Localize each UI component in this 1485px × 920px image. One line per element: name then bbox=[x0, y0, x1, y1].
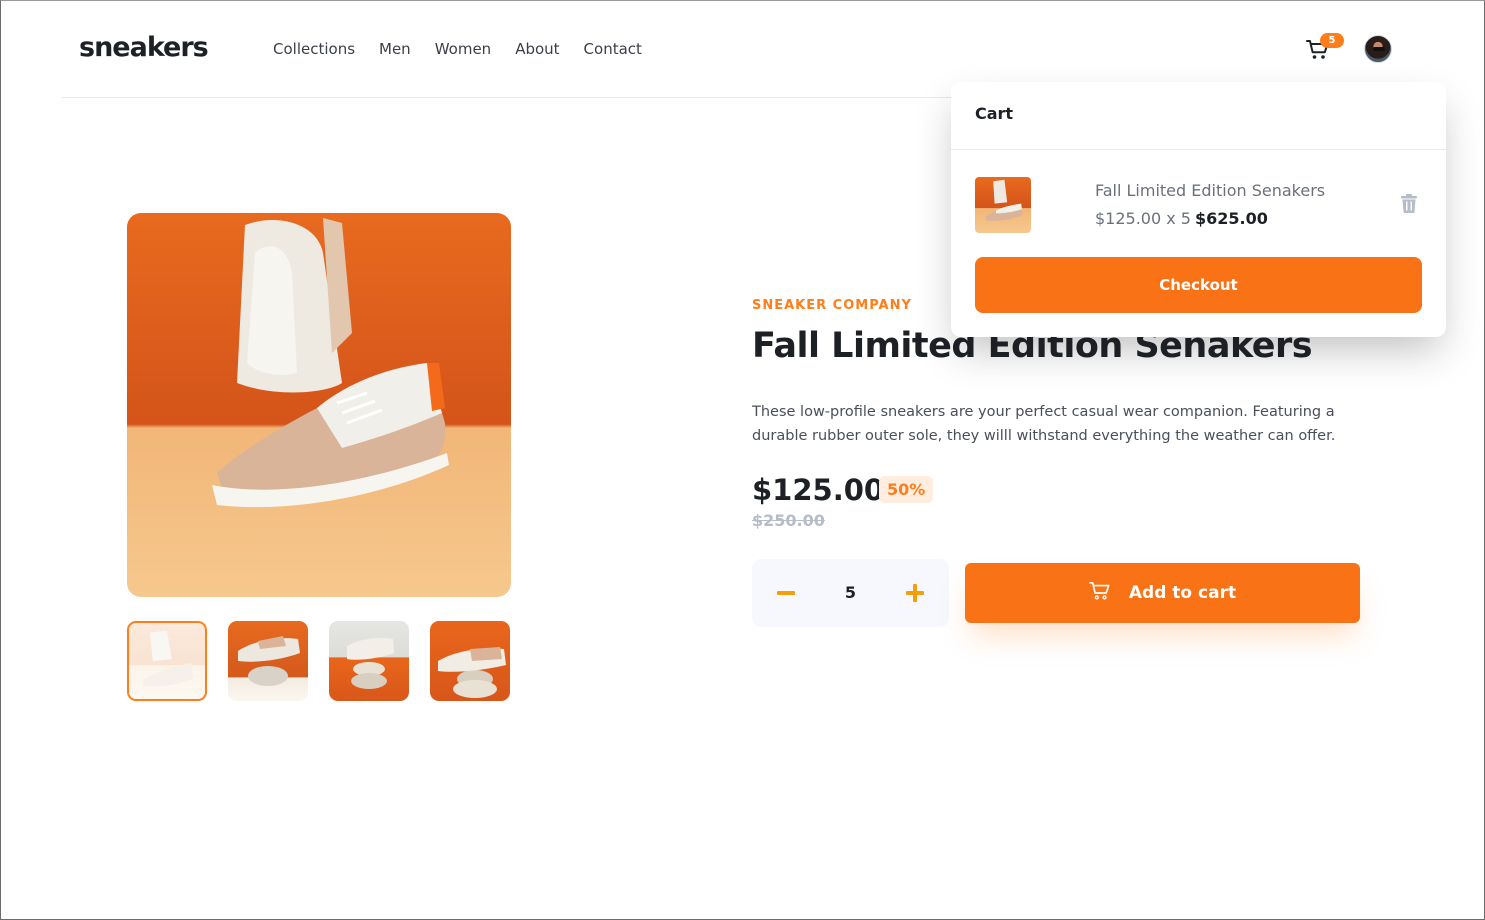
quantity-value[interactable]: 5 bbox=[812, 559, 889, 627]
main-nav: Collections Men Women About Contact bbox=[273, 40, 642, 58]
cart-item-thumbnail bbox=[975, 177, 1031, 233]
nav-contact[interactable]: Contact bbox=[584, 40, 642, 58]
cart-title: Cart bbox=[975, 104, 1014, 123]
main-product-image[interactable] bbox=[127, 213, 511, 597]
minus-icon[interactable] bbox=[756, 559, 816, 627]
thumbnail-strip bbox=[127, 621, 510, 701]
checkout-button[interactable]: Checkout bbox=[975, 257, 1422, 313]
cart-item-total: $625.00 bbox=[1194, 209, 1268, 228]
add-to-cart-label: Add to cart bbox=[1128, 583, 1237, 603]
brand-logo[interactable]: sneakers bbox=[79, 32, 209, 63]
product-description: These low-profile sneakers are your perf… bbox=[752, 404, 1336, 444]
quantity-stepper: 5 bbox=[752, 559, 949, 627]
nav-men[interactable]: Men bbox=[379, 40, 411, 58]
avatar-glasses-icon bbox=[1373, 47, 1385, 51]
user-avatar[interactable] bbox=[1364, 35, 1392, 63]
current-price: $125.00 bbox=[752, 473, 885, 507]
thumbnail-3[interactable] bbox=[329, 621, 409, 701]
nav-collections[interactable]: Collections bbox=[273, 40, 355, 58]
delete-icon[interactable] bbox=[1401, 194, 1419, 214]
thumbnail-1[interactable] bbox=[127, 621, 207, 701]
plus-icon[interactable] bbox=[885, 559, 945, 627]
thumbnail-2[interactable] bbox=[228, 621, 308, 701]
cart-item-price-line: $125.00 x 5 $625.00 bbox=[1095, 209, 1268, 228]
cart-item-price-qty: $125.00 x 5 bbox=[1095, 209, 1191, 228]
thumbnail-4[interactable] bbox=[430, 621, 510, 701]
company-name: SNEAKER COMPANY bbox=[752, 298, 912, 313]
discount-badge: 50% bbox=[879, 476, 934, 503]
cart-count-badge: 5 bbox=[1320, 33, 1344, 48]
cart-item-name: Fall Limited Edition Senakers bbox=[1095, 181, 1326, 200]
nav-women[interactable]: Women bbox=[435, 40, 491, 58]
nav-about[interactable]: About bbox=[515, 40, 559, 58]
cart-dropdown: Cart Fall Limited Edition Senakers $125.… bbox=[951, 82, 1446, 337]
original-price: $250.00 bbox=[752, 511, 825, 530]
cart-divider bbox=[951, 149, 1446, 150]
add-to-cart-button[interactable]: Add to cart bbox=[965, 563, 1360, 623]
cart-icon bbox=[1089, 581, 1111, 606]
